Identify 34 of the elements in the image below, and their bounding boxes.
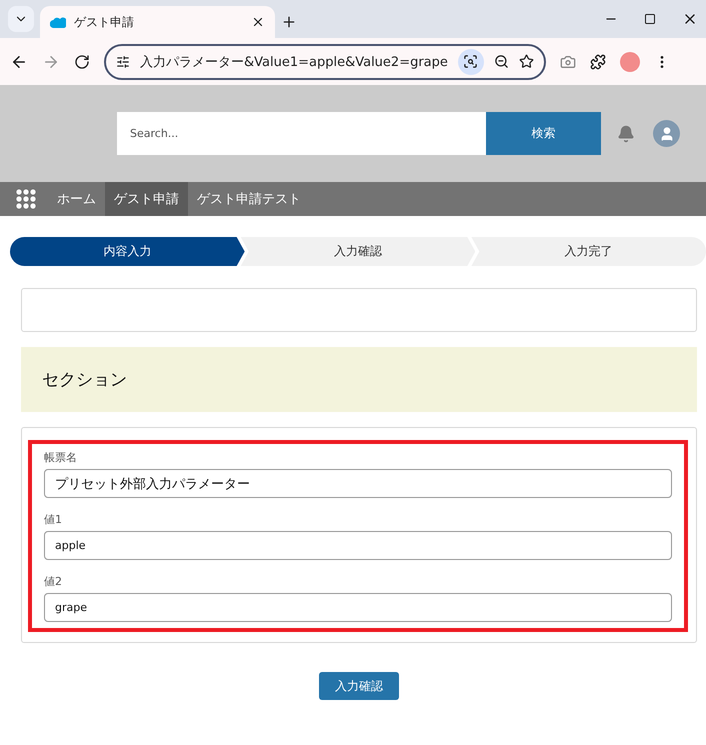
lens-icon[interactable]	[458, 48, 484, 74]
close-icon[interactable]	[251, 15, 265, 29]
search-field[interactable]: Search...	[117, 112, 486, 155]
reload-icon[interactable]	[74, 54, 90, 70]
nav-tab[interactable]: ゲスト申請テスト	[188, 182, 310, 216]
path-step[interactable]: 入力完了	[471, 237, 706, 266]
input-field[interactable]: grape	[44, 593, 672, 622]
app-launcher-icon[interactable]	[16, 189, 36, 209]
bell-icon[interactable]	[617, 124, 635, 142]
path-step[interactable]: 入力確認	[240, 237, 476, 266]
address-bar[interactable]: 入力パラメーター&Value1=apple&Value2=grape	[104, 44, 546, 80]
user-avatar[interactable]	[653, 120, 680, 147]
field-label: 値2	[44, 574, 63, 589]
section-title: セクション	[42, 369, 127, 391]
nav-tab[interactable]: ゲスト申請	[105, 182, 188, 216]
path-step[interactable]: 内容入力	[10, 237, 245, 266]
url-text: 入力パラメーター&Value1=apple&Value2=grape	[140, 54, 448, 70]
site-settings-icon[interactable]	[116, 54, 130, 68]
tab-list-button[interactable]	[8, 6, 34, 32]
search-button[interactable]: 検索	[486, 112, 601, 155]
maximize-icon[interactable]	[644, 13, 656, 25]
zoom-icon[interactable]	[494, 54, 509, 69]
camera-icon[interactable]	[560, 54, 576, 70]
input-field[interactable]: プリセット外部入力パラメーター	[44, 469, 672, 498]
tab-title: ゲスト申請	[74, 14, 135, 30]
cloud-icon	[50, 16, 66, 28]
input-field[interactable]: apple	[44, 531, 672, 560]
confirm-button[interactable]: 入力確認	[319, 672, 399, 700]
puzzle-icon[interactable]	[590, 54, 606, 70]
nav-tab[interactable]: ホーム	[48, 182, 105, 216]
field-label: 帳票名	[44, 450, 78, 465]
star-icon[interactable]	[518, 54, 534, 69]
browser-tab[interactable]: ゲスト申請	[40, 6, 275, 38]
field-label: 値1	[44, 512, 63, 527]
